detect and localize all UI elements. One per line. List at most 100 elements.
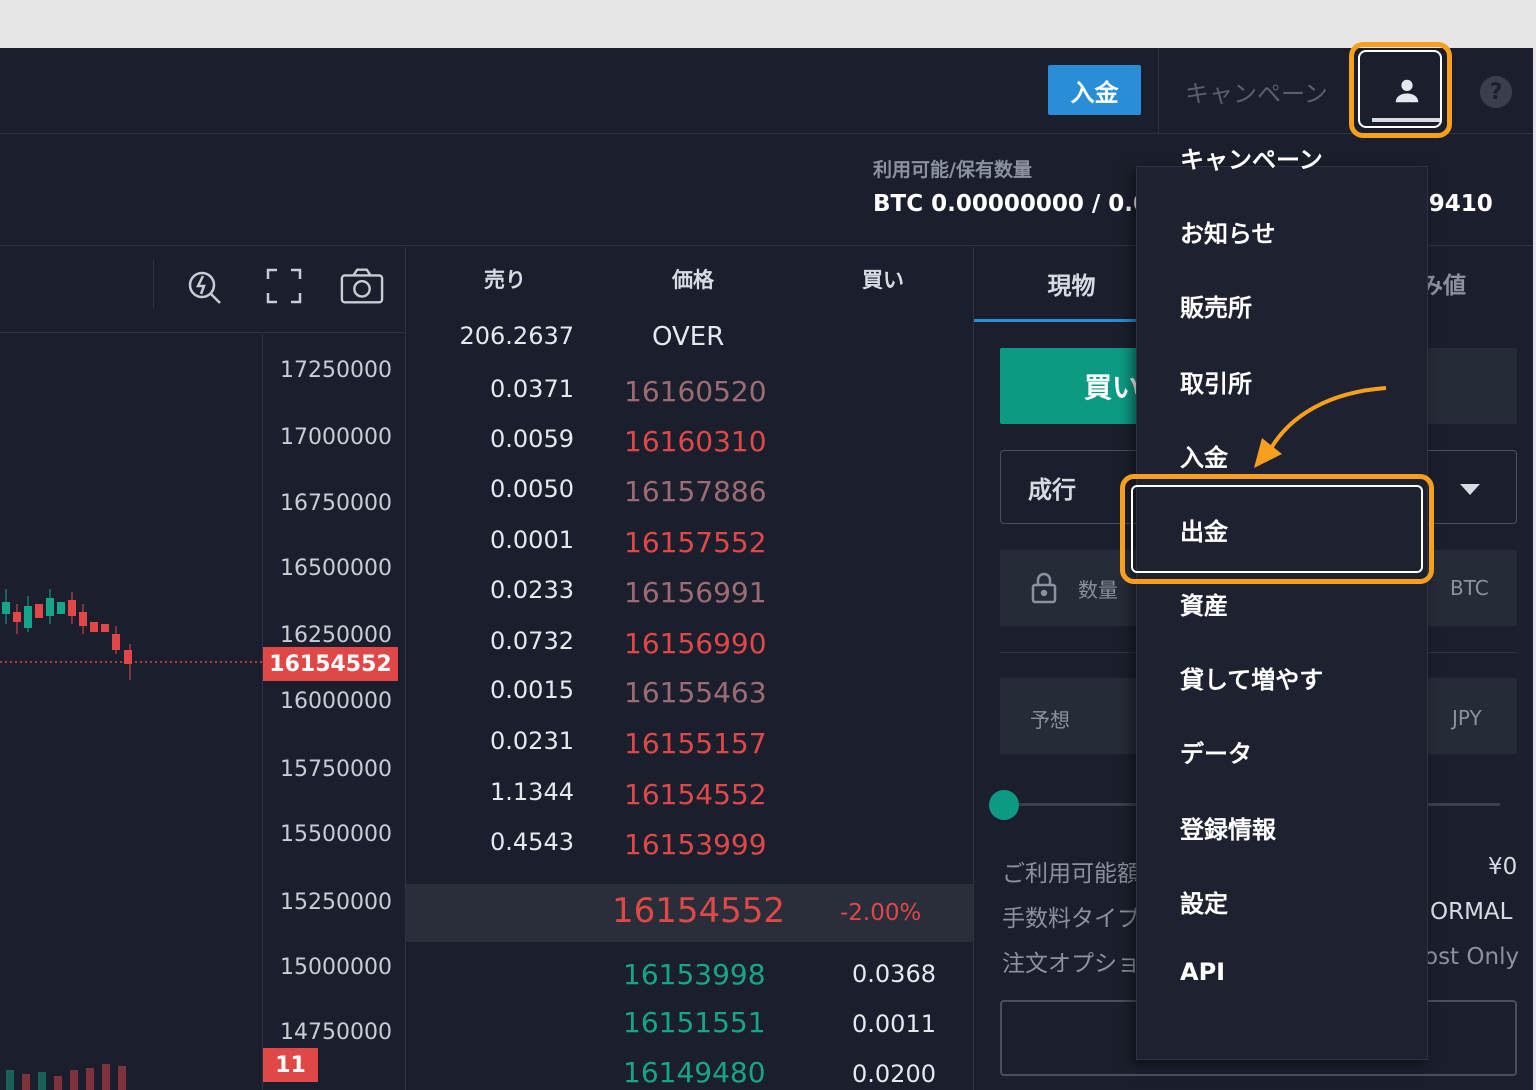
fee-type-label: 手数料タイプ — [1002, 906, 1140, 932]
ask-price: 16156990 — [624, 627, 767, 660]
ask-row[interactable]: 0.0015 16155463 — [406, 676, 974, 726]
ask-qty: 0.0059 — [490, 425, 574, 453]
menu-item-assets[interactable]: 資産 — [1180, 586, 1228, 621]
orderbook-header-sell: 売り — [484, 268, 526, 292]
orderbook-form-divider — [973, 247, 974, 1090]
available-amount-label: ご利用可能額 — [1002, 861, 1140, 887]
menu-item-settings[interactable]: 設定 — [1180, 884, 1228, 919]
axis-tick-label: 16000000 — [280, 689, 392, 714]
axis-tick-label: 16500000 — [280, 556, 392, 581]
available-amount-value: ¥0 — [1488, 854, 1518, 880]
menu-item-sales-office[interactable]: 販売所 — [1180, 288, 1252, 323]
ask-row[interactable]: 1.1344 16154552 — [406, 778, 974, 828]
bid-price[interactable]: 16149480 — [623, 1056, 766, 1089]
candlestick-series — [0, 589, 262, 1090]
axis-tick-label: 16750000 — [280, 491, 392, 516]
axis-tick-label: 16250000 — [280, 623, 392, 648]
pointer-arrow-icon — [1240, 380, 1390, 479]
axis-tick-label: 17250000 — [280, 358, 392, 383]
ask-price: 16155463 — [624, 676, 767, 709]
bid-qty: 0.0011 — [852, 1010, 936, 1038]
browser-chrome — [0, 0, 1536, 48]
top-header: 入金 キャンペーン ? — [0, 48, 1533, 134]
fullscreen-icon[interactable] — [262, 264, 306, 308]
ask-qty: 0.0231 — [490, 727, 574, 755]
header-divider — [1158, 48, 1159, 134]
menu-item-api[interactable]: API — [1180, 958, 1225, 986]
ask-qty: 0.0732 — [490, 627, 574, 655]
price-change: -2.00% — [840, 900, 922, 926]
time-tag: 11 — [263, 1048, 318, 1082]
ask-row[interactable]: 0.0001 16157552 — [406, 526, 974, 576]
ask-row[interactable]: 0.0233 16156991 — [406, 576, 974, 626]
quantity-placeholder: 数量 — [1078, 578, 1118, 602]
over-label: OVER — [652, 322, 725, 352]
available-holdings-value: BTC 0.00000000 / 0.00 — [873, 191, 1166, 217]
axis-tick-label: 15000000 — [280, 955, 392, 980]
ask-price: 16154552 — [624, 778, 767, 811]
axis-tick-label: 15500000 — [280, 822, 392, 847]
quantity-unit: BTC — [1450, 576, 1489, 600]
over-qty: 206.2637 — [459, 322, 574, 350]
ask-qty: 0.0015 — [490, 676, 574, 704]
fee-type-value: ORMAL — [1430, 899, 1513, 925]
help-icon[interactable]: ? — [1480, 76, 1512, 108]
ask-qty: 0.0050 — [490, 475, 574, 503]
candles — [2, 589, 132, 680]
menu-item-campaign[interactable]: キャンペーン — [1180, 140, 1323, 175]
menu-item-deposit[interactable]: 入金 — [1180, 438, 1228, 473]
ask-price: 16157552 — [624, 526, 767, 559]
bid-price[interactable]: 16153998 — [623, 958, 766, 991]
ask-price: 16153999 — [624, 828, 767, 861]
estimate-unit: JPY — [1452, 706, 1482, 730]
order-type-value: 成行 — [1028, 476, 1076, 504]
ask-row[interactable]: 0.0371 16160520 — [406, 375, 974, 425]
campaign-link[interactable]: キャンペーン — [1185, 74, 1328, 109]
last-price: 16154552 — [612, 891, 786, 931]
deposit-button[interactable]: 入金 — [1048, 65, 1141, 115]
menu-item-withdraw[interactable]: 出金 — [1180, 512, 1228, 547]
bid-price[interactable]: 16151551 — [623, 1006, 766, 1039]
user-icon — [1395, 79, 1419, 103]
user-menu-button[interactable] — [1372, 60, 1442, 122]
ask-qty: 1.1344 — [490, 778, 574, 806]
ask-qty: 0.4543 — [490, 828, 574, 856]
ask-price: 16156991 — [624, 576, 767, 609]
axis-tick-label: 15250000 — [280, 890, 392, 915]
ask-row[interactable]: 0.0732 16156990 — [406, 627, 974, 677]
axis-tick-label: 17000000 — [280, 425, 392, 450]
ask-row[interactable]: 0.0059 16160310 — [406, 425, 974, 475]
menu-item-registration[interactable]: 登録情報 — [1180, 810, 1276, 845]
orderbook-over-row[interactable]: 206.2637 OVER — [406, 322, 974, 372]
ask-row[interactable]: 0.4543 16153999 — [406, 828, 974, 878]
menu-item-news[interactable]: お知らせ — [1180, 214, 1276, 249]
ask-row[interactable]: 0.0050 16157886 — [406, 475, 974, 525]
balance-right-value: .9410 — [1420, 191, 1493, 217]
ask-price: 16157886 — [624, 475, 767, 508]
lock-icon[interactable] — [1030, 572, 1058, 608]
menu-item-data[interactable]: データ — [1180, 734, 1252, 769]
camera-icon[interactable] — [340, 264, 384, 308]
bid-qty: 0.0200 — [852, 1060, 936, 1088]
ask-qty: 0.0233 — [490, 576, 574, 604]
user-menu-active-underline — [1372, 118, 1442, 122]
ask-qty: 0.0001 — [490, 526, 574, 554]
axis-tick-label: 14750000 — [280, 1020, 392, 1045]
current-price-tag: 16154552 — [263, 647, 398, 681]
order-option-value[interactable]: ost Only — [1424, 944, 1519, 970]
orderbook-header-price: 価格 — [672, 268, 714, 292]
menu-item-lending[interactable]: 貸して増やす — [1180, 660, 1323, 695]
chevron-down-icon — [1460, 484, 1480, 495]
bid-qty: 0.0368 — [852, 960, 936, 988]
exchange-app: 入金 キャンペーン ? 利用可能/保有数量 BTC 0.00000000 / 0… — [0, 48, 1533, 1090]
toolbar-divider — [153, 260, 154, 308]
ask-row[interactable]: 0.0231 16155157 — [406, 727, 974, 777]
ask-qty: 0.0371 — [490, 375, 574, 403]
orderbook-header-buy: 買い — [862, 268, 904, 292]
ask-price: 16160520 — [624, 375, 767, 408]
price-chart[interactable] — [0, 334, 262, 1090]
amount-slider-handle[interactable] — [989, 790, 1019, 820]
axis-tick-label: 15750000 — [280, 757, 392, 782]
indicator-search-icon[interactable] — [182, 264, 226, 308]
estimate-placeholder: 予想 — [1030, 708, 1070, 732]
